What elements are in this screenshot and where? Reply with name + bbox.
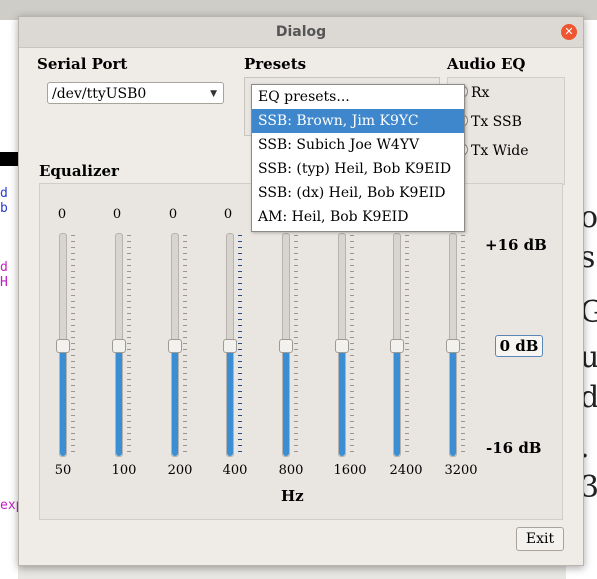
slider-handle[interactable] — [168, 339, 182, 353]
slider-1600[interactable] — [335, 233, 349, 457]
slider-800[interactable] — [279, 233, 293, 457]
slider-3200[interactable] — [446, 233, 460, 457]
dialog-title: Dialog — [275, 24, 327, 40]
equalizer-label: Equalizer — [39, 162, 119, 180]
preset-item-selected[interactable]: SSB: Brown, Jim K9YC — [252, 109, 464, 133]
band-value-50: 0 — [57, 207, 67, 222]
hz-label: Hz — [281, 487, 304, 505]
serial-port-select[interactable]: /dev/ttyUSB0 ▼ — [47, 82, 224, 104]
slider-2400[interactable] — [390, 233, 404, 457]
slider-handle[interactable] — [446, 339, 460, 353]
slider-ticks — [238, 235, 242, 455]
radio-tx-ssb[interactable]: Tx SSB — [455, 114, 522, 130]
freq-label-50: 50 — [54, 463, 72, 478]
slider-ticks — [183, 235, 187, 455]
freq-label-400: 400 — [222, 463, 248, 478]
slider-ticks — [127, 235, 131, 455]
slider-fill — [339, 345, 345, 456]
radio-tx-wide[interactable]: Tx Wide — [455, 143, 529, 159]
slider-ticks — [405, 235, 409, 455]
serial-port-value: /dev/ttyUSB0 — [52, 86, 147, 102]
preset-item[interactable]: SSB: Subich Joe W4YV — [252, 133, 464, 157]
band-value-100: 0 — [112, 207, 122, 222]
slider-handle[interactable] — [56, 339, 70, 353]
zero-db-button[interactable]: 0 dB — [495, 335, 543, 357]
min-db-label: -16 dB — [486, 439, 542, 457]
freq-label-3200: 3200 — [444, 463, 478, 478]
slider-fill — [394, 345, 400, 456]
slider-ticks — [71, 235, 75, 455]
radio-tx-wide-label: Tx Wide — [471, 143, 529, 159]
preset-item[interactable]: AM: Heil, Bob K9EID — [252, 205, 464, 229]
audio-eq-label: Audio EQ — [447, 55, 526, 73]
slider-fill — [116, 345, 122, 456]
freq-label-1600: 1600 — [333, 463, 367, 478]
presets-dropdown-menu[interactable]: EQ presets... SSB: Brown, Jim K9YC SSB: … — [251, 84, 465, 232]
freq-label-100: 100 — [111, 463, 137, 478]
slider-fill — [227, 345, 233, 456]
slider-fill — [60, 345, 66, 456]
band-value-400: 0 — [223, 207, 233, 222]
freq-label-800: 800 — [278, 463, 304, 478]
slider-fill — [283, 345, 289, 456]
preset-item[interactable]: SSB: (typ) Heil, Bob K9EID — [252, 157, 464, 181]
slider-ticks — [350, 235, 354, 455]
preset-item[interactable]: EQ presets... — [252, 85, 464, 109]
chevron-down-icon: ▼ — [210, 89, 217, 99]
slider-handle[interactable] — [223, 339, 237, 353]
slider-handle[interactable] — [390, 339, 404, 353]
slider-ticks — [461, 235, 465, 455]
slider-200[interactable] — [168, 233, 182, 457]
exit-button[interactable]: Exit — [516, 527, 564, 551]
serial-port-label: Serial Port — [37, 55, 128, 73]
dialog-titlebar: Dialog — [19, 17, 583, 48]
slider-handle[interactable] — [335, 339, 349, 353]
slider-handle[interactable] — [112, 339, 126, 353]
presets-label: Presets — [244, 55, 307, 73]
preset-item[interactable]: SSB: (dx) Heil, Bob K9EID — [252, 181, 464, 205]
close-icon[interactable]: ✕ — [561, 24, 577, 40]
slider-fill — [450, 345, 456, 456]
max-db-label: +16 dB — [485, 236, 547, 254]
slider-handle[interactable] — [279, 339, 293, 353]
slider-400[interactable] — [223, 233, 237, 457]
slider-ticks — [294, 235, 298, 455]
radio-rx-label: Rx — [471, 85, 490, 101]
slider-100[interactable] — [112, 233, 126, 457]
slider-fill — [172, 345, 178, 456]
freq-label-2400: 2400 — [389, 463, 423, 478]
dialog-window: Dialog ✕ Serial Port /dev/ttyUSB0 ▼ Pres… — [18, 16, 584, 566]
background-terminal: d b d H exp — [0, 20, 23, 579]
band-value-200: 0 — [168, 207, 178, 222]
radio-tx-ssb-label: Tx SSB — [471, 114, 522, 130]
terminal-block — [0, 152, 18, 166]
freq-label-200: 200 — [167, 463, 193, 478]
slider-50[interactable] — [56, 233, 70, 457]
